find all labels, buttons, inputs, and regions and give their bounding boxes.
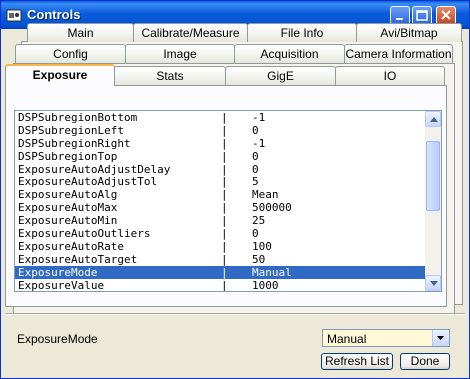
value-select-text: Manual [327,332,367,346]
minimize-icon [396,18,403,20]
property-name: ExposureMode [18,265,98,279]
column-separator: | [221,201,228,215]
property-name: ExposureAutoMax [18,201,118,215]
property-value: 0 [252,227,259,241]
property-row[interactable]: DSPSubregionLeft | 0 [15,124,425,137]
scroll-thumb[interactable] [426,141,440,211]
scroll-up-button[interactable] [425,111,441,127]
close-icon [441,10,451,20]
property-value: 5 [252,175,259,189]
property-value: -1 [252,111,266,124]
tab-avi-bitmap[interactable]: Avi/Bitmap [356,23,462,42]
column-separator: | [221,265,228,279]
property-row[interactable]: DSPSubregionTop | 0 [15,150,425,163]
column-separator: | [221,123,228,137]
tab-acquisition[interactable]: Acquisition [234,44,345,63]
property-row[interactable]: ExposureAutoAdjustTol | 5 [15,175,425,188]
column-separator: | [221,162,228,176]
property-name: ExposureAutoMin [18,214,118,228]
property-name: DSPSubregionLeft [18,123,124,137]
tab-gige[interactable]: GigE [225,66,336,85]
property-value: 0 [252,149,259,163]
property-row[interactable]: ExposureValue | 1000 [15,278,425,292]
property-value: 0 [252,162,259,176]
tab-main[interactable]: Main [27,23,134,42]
property-row[interactable]: ExposureAutoAlg | Mean [15,188,425,201]
column-separator: | [221,136,228,150]
done-button[interactable]: Done [400,353,450,370]
property-name: ExposureAutoAdjustDelay [18,162,171,176]
column-separator: | [221,239,228,253]
column-separator: | [221,149,228,163]
maximize-icon [416,10,428,21]
tab-file-info[interactable]: File Info [247,23,357,42]
tab-io[interactable]: IO [335,66,445,85]
property-value: Manual [252,265,292,279]
column-separator: | [221,214,228,228]
property-name: ExposureAutoTarget [18,252,138,266]
divider [5,313,465,315]
property-value: 0 [252,123,259,137]
tab-exposure[interactable]: Exposure [5,64,115,86]
column-separator: | [221,278,228,292]
property-row[interactable]: DSPSubregionRight | -1 [15,137,425,150]
property-list[interactable]: DSPSubregionBottom | -1 DSPSubregionLeft | 0 D… [14,110,442,292]
dropdown-arrow-icon [437,336,444,340]
tab-camera-information[interactable]: Camera Information [344,44,453,63]
property-row[interactable]: ExposureAutoOutliers | 0 [15,227,425,240]
value-select[interactable]: Manual [322,329,450,347]
property-value: 500000 [252,201,292,215]
property-name: DSPSubregionRight [18,136,131,150]
property-name: ExposureValue [18,278,105,292]
property-value: 50 [252,252,266,266]
property-value: Mean [252,188,279,202]
tab-config[interactable]: Config [15,44,126,63]
tab-stats[interactable]: Stats [114,66,226,85]
property-name: ExposureAutoAdjustTol [18,175,158,189]
property-name: DSPSubregionTop [18,149,118,163]
column-separator: | [221,188,228,202]
exposure-panel: DSPSubregionBottom | -1 DSPSubregionLeft | 0 D… [5,85,447,307]
property-value: 25 [252,214,266,228]
property-name: ExposureAutoRate [18,239,124,253]
tab-image[interactable]: Image [125,44,235,63]
property-row[interactable]: ExposureMode | Manual [15,265,425,279]
property-row[interactable]: ExposureAutoRate | 100 [15,240,425,253]
chevron-down-icon [430,281,438,286]
property-name: ExposureAutoAlg [18,188,118,202]
property-value: -1 [252,136,266,150]
vertical-scrollbar[interactable] [425,111,441,291]
column-separator: | [221,227,228,241]
scroll-down-button[interactable] [425,275,441,291]
controls-window: Controls Main Calibrate/Measure File Inf… [0,0,470,379]
dropdown-button[interactable] [432,330,449,346]
property-row[interactable]: ExposureAutoMin | 25 [15,214,425,227]
refresh-list-button[interactable]: Refresh List [321,353,393,370]
selected-property-label: ExposureMode [17,332,98,346]
property-name: DSPSubregionBottom [18,111,138,124]
property-row[interactable]: ExposureAutoAdjustDelay | 0 [15,163,425,176]
property-row[interactable]: ExposureAutoTarget | 50 [15,253,425,266]
chevron-up-icon [430,117,438,122]
property-value: 100 [252,239,272,253]
window-title: Controls [27,7,81,22]
tab-calibrate-measure[interactable]: Calibrate/Measure [133,23,248,42]
property-row[interactable]: ExposureAutoMax | 500000 [15,201,425,214]
property-name: ExposureAutoOutliers [18,227,151,241]
property-row[interactable]: DSPSubregionBottom | -1 [15,111,425,124]
property-value: 1000 [252,278,279,292]
column-separator: | [221,252,228,266]
column-separator: | [221,175,228,189]
property-rows: DSPSubregionBottom | -1 DSPSubregionLeft | 0 D… [15,111,425,291]
column-separator: | [221,111,228,124]
app-icon [6,9,22,22]
